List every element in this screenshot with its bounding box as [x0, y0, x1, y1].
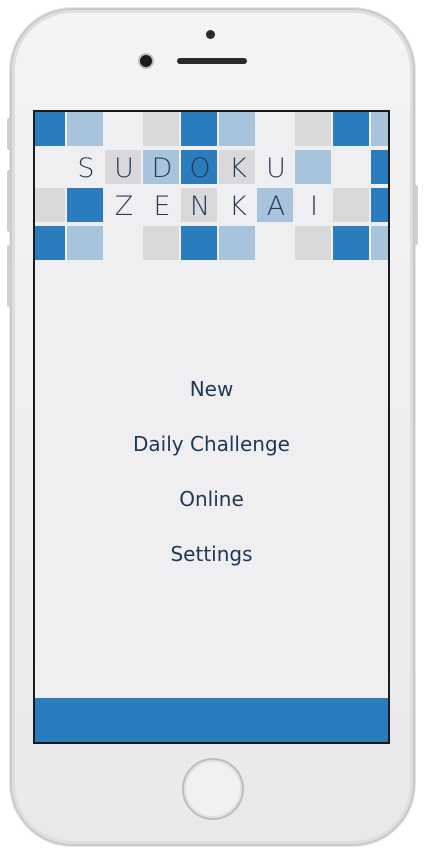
- power-button: [414, 185, 418, 245]
- banner-tile: [67, 112, 103, 146]
- bottom-bar: [35, 698, 388, 742]
- sudoku-letter: D: [151, 153, 173, 184]
- app-screen: SUDOKUZENKAI New Daily Challenge Online …: [33, 110, 390, 744]
- banner-tile: [333, 226, 369, 260]
- banner-tile: [35, 226, 65, 260]
- banner-tile: [143, 226, 179, 260]
- zenkai-letter: E: [153, 191, 171, 222]
- new-game-button[interactable]: New: [35, 362, 388, 417]
- volume-up-button: [7, 170, 11, 232]
- banner-tile: [333, 112, 369, 146]
- banner-tile: [333, 188, 369, 222]
- zenkai-letter: A: [266, 191, 286, 222]
- banner-tile: [219, 226, 255, 260]
- zenkai-letter: Z: [114, 191, 134, 222]
- zenkai-letter: I: [310, 191, 318, 222]
- banner-tile: [181, 112, 217, 146]
- title-banner: SUDOKUZENKAI: [35, 112, 388, 263]
- zenkai-letter: N: [189, 191, 211, 222]
- banner-tile: [371, 150, 388, 184]
- banner-tile: [295, 226, 331, 260]
- banner-tile: [67, 226, 103, 260]
- mute-switch: [7, 118, 11, 150]
- banner-tile: [371, 226, 388, 260]
- main-menu: New Daily Challenge Online Settings: [35, 362, 388, 582]
- volume-down-button: [7, 245, 11, 307]
- front-camera-icon: [140, 55, 152, 67]
- sudoku-letter: K: [229, 153, 247, 184]
- online-button[interactable]: Online: [35, 472, 388, 527]
- banner-tile: [295, 112, 331, 146]
- banner-tile: [143, 112, 179, 146]
- sudoku-letter: S: [77, 153, 95, 184]
- earpiece-speaker: [177, 58, 247, 64]
- settings-button[interactable]: Settings: [35, 527, 388, 582]
- banner-tile: [295, 150, 331, 184]
- banner-tile: [35, 188, 65, 222]
- banner-tile: [67, 188, 103, 222]
- proximity-sensor: [206, 30, 215, 39]
- banner-tile: [219, 112, 255, 146]
- banner-tile: [371, 112, 388, 146]
- sudoku-letter: U: [114, 153, 134, 184]
- sudoku-letter: U: [266, 153, 286, 184]
- daily-challenge-button[interactable]: Daily Challenge: [35, 417, 388, 472]
- zenkai-letter: K: [229, 191, 247, 222]
- banner-tile: [35, 112, 65, 146]
- banner-tile: [181, 226, 217, 260]
- home-button[interactable]: [182, 758, 244, 820]
- sudoku-letter: O: [189, 153, 211, 184]
- banner-tile: [371, 188, 388, 222]
